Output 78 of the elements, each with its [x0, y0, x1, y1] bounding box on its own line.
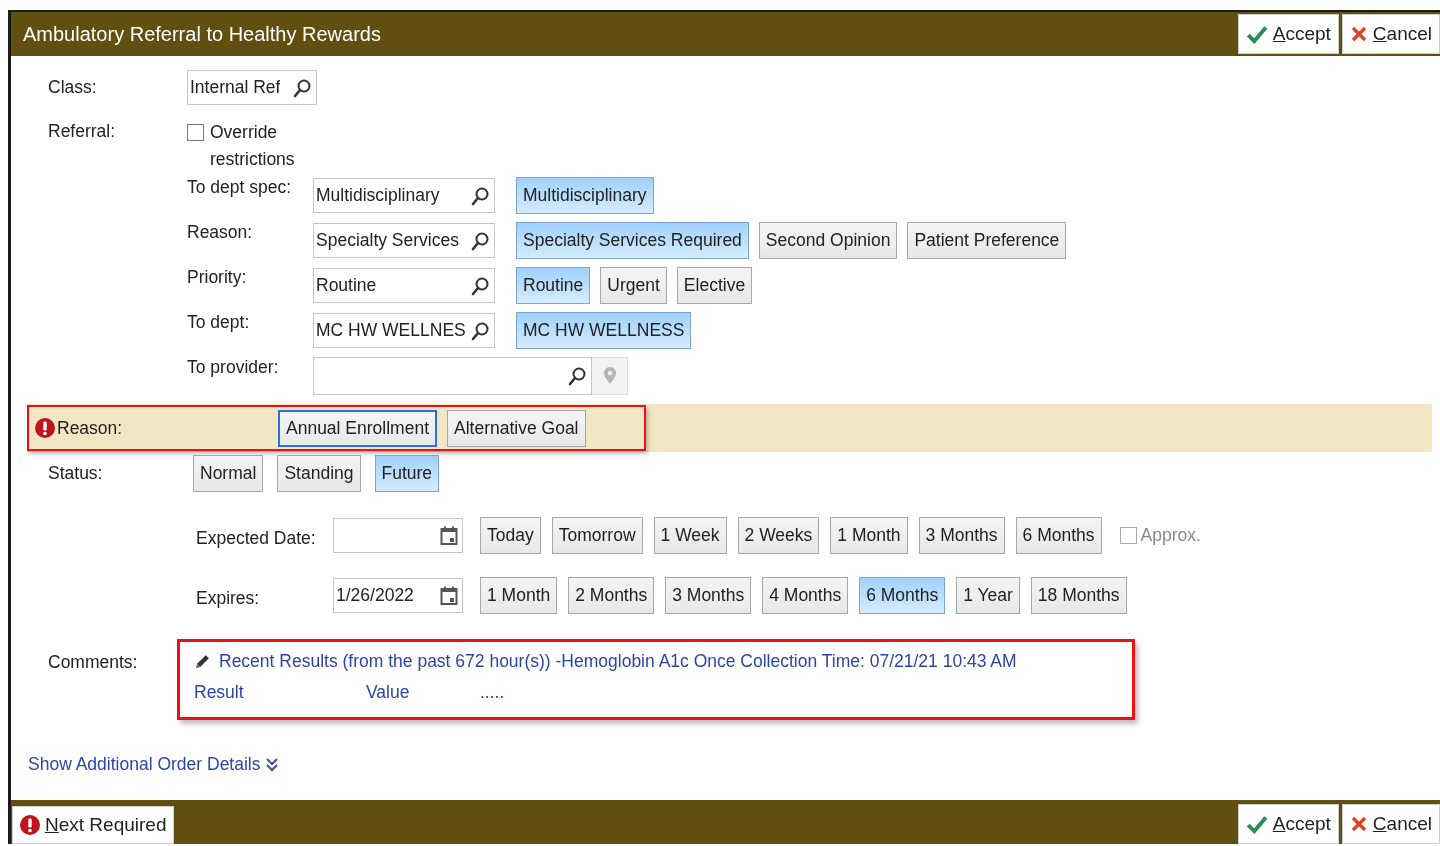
cancel-button[interactable]: Cancel	[1341, 14, 1440, 54]
option-button[interactable]: 2 Months	[568, 577, 655, 614]
field-label: Priority:	[187, 266, 248, 288]
option-button[interactable]: 1 Year	[956, 577, 1020, 614]
option-button[interactable]: 6 Months	[859, 577, 946, 614]
field-label: Reason:	[57, 417, 123, 439]
option-button[interactable]: Multidisciplinary	[516, 177, 654, 214]
search-icon[interactable]	[470, 230, 490, 251]
field-label: Status:	[48, 463, 104, 484]
error-icon	[20, 815, 40, 835]
error-icon	[35, 418, 55, 438]
close-icon	[1349, 815, 1368, 833]
comment-text: Result	[194, 682, 245, 703]
search-icon[interactable]	[470, 320, 490, 341]
search-icon[interactable]	[470, 275, 490, 296]
field-label: Comments:	[48, 651, 139, 673]
comment-text: Recent Results (from the past 672 hour(s)) -Hemoglobin A1c Once Collection Time: 07/21/21 10:43 AM	[219, 651, 1017, 672]
search-icon[interactable]	[292, 77, 312, 98]
lookup-field[interactable]: Multidisciplinary	[313, 178, 495, 213]
option-button[interactable]: Normal	[193, 455, 264, 492]
option-button[interactable]: Second Opinion	[758, 222, 898, 259]
field-label: To provider:	[187, 356, 280, 378]
window-title: Ambulatory Referral to Healthy Rewards	[22, 22, 381, 46]
accept-button[interactable]: Accept	[1237, 804, 1339, 844]
accept-button[interactable]: Accept	[1237, 14, 1339, 54]
show-details-link[interactable]: Show Additional Order Details	[28, 754, 261, 775]
close-icon	[1349, 25, 1368, 43]
field-label: Referral:	[48, 120, 117, 142]
override-checkbox[interactable]	[187, 124, 204, 141]
checkbox-label: Approx.	[1140, 525, 1201, 546]
option-button[interactable]: Today	[480, 517, 541, 554]
option-button[interactable]: Standing	[277, 455, 361, 492]
field-label: To dept spec:	[187, 176, 293, 198]
option-button[interactable]: Specialty Services Required	[516, 222, 749, 259]
search-icon[interactable]	[470, 185, 490, 206]
calendar-icon[interactable]	[440, 525, 458, 546]
checkmark-icon	[1245, 814, 1268, 834]
option-button[interactable]: 18 Months	[1030, 577, 1127, 614]
field-label: Class:	[48, 77, 98, 98]
option-button[interactable]: Alternative Goal	[447, 409, 586, 447]
lookup-field[interactable]: Specialty Services	[313, 223, 495, 258]
date-field[interactable]	[333, 518, 463, 553]
option-button[interactable]: 1 Month	[480, 577, 558, 614]
lookup-field[interactable]: MC HW WELLNES	[313, 313, 495, 348]
option-button[interactable]: 3 Months	[665, 577, 752, 614]
lookup-field[interactable]: Routine	[313, 268, 495, 303]
option-button[interactable]: 6 Months	[1015, 517, 1102, 554]
option-button[interactable]: Future	[374, 455, 440, 492]
field-label: Expires:	[196, 587, 261, 609]
option-button[interactable]: Annual Enrollment	[278, 409, 437, 447]
checkmark-icon	[1245, 24, 1268, 44]
comment-text: Value	[366, 682, 411, 703]
option-button[interactable]: Routine	[516, 267, 591, 304]
location-pin-icon	[602, 365, 617, 386]
option-button[interactable]: Urgent	[600, 267, 667, 304]
search-icon[interactable]	[567, 365, 587, 386]
cancel-button[interactable]: Cancel	[1341, 804, 1440, 844]
field-label: Expected Date:	[196, 527, 317, 549]
pencil-icon[interactable]	[194, 653, 211, 670]
next-required-button[interactable]: Next Required	[12, 806, 175, 844]
option-button[interactable]: 1 Month	[830, 517, 908, 554]
provider-field[interactable]	[313, 356, 592, 395]
option-button[interactable]: Patient Preference	[907, 222, 1067, 259]
calendar-icon[interactable]	[440, 585, 458, 606]
date-field[interactable]: 1/26/2022	[333, 578, 463, 613]
class-field[interactable]: Internal Ref	[187, 70, 317, 105]
checkbox-label: Override restrictions	[210, 121, 296, 171]
double-chevron-icon[interactable]	[265, 756, 280, 773]
option-button[interactable]: 1 Week	[653, 517, 727, 554]
option-button[interactable]: 4 Months	[762, 577, 849, 614]
option-button[interactable]: Tomorrow	[551, 517, 643, 554]
option-button[interactable]: Elective	[676, 267, 753, 304]
field-label: To dept:	[187, 311, 251, 333]
field-label: Reason:	[187, 221, 254, 243]
option-button[interactable]: MC HW WELLNESS	[516, 312, 692, 349]
option-button[interactable]: 2 Weeks	[737, 517, 820, 554]
option-button[interactable]: 3 Months	[918, 517, 1005, 554]
comment-text: .....	[480, 682, 505, 703]
